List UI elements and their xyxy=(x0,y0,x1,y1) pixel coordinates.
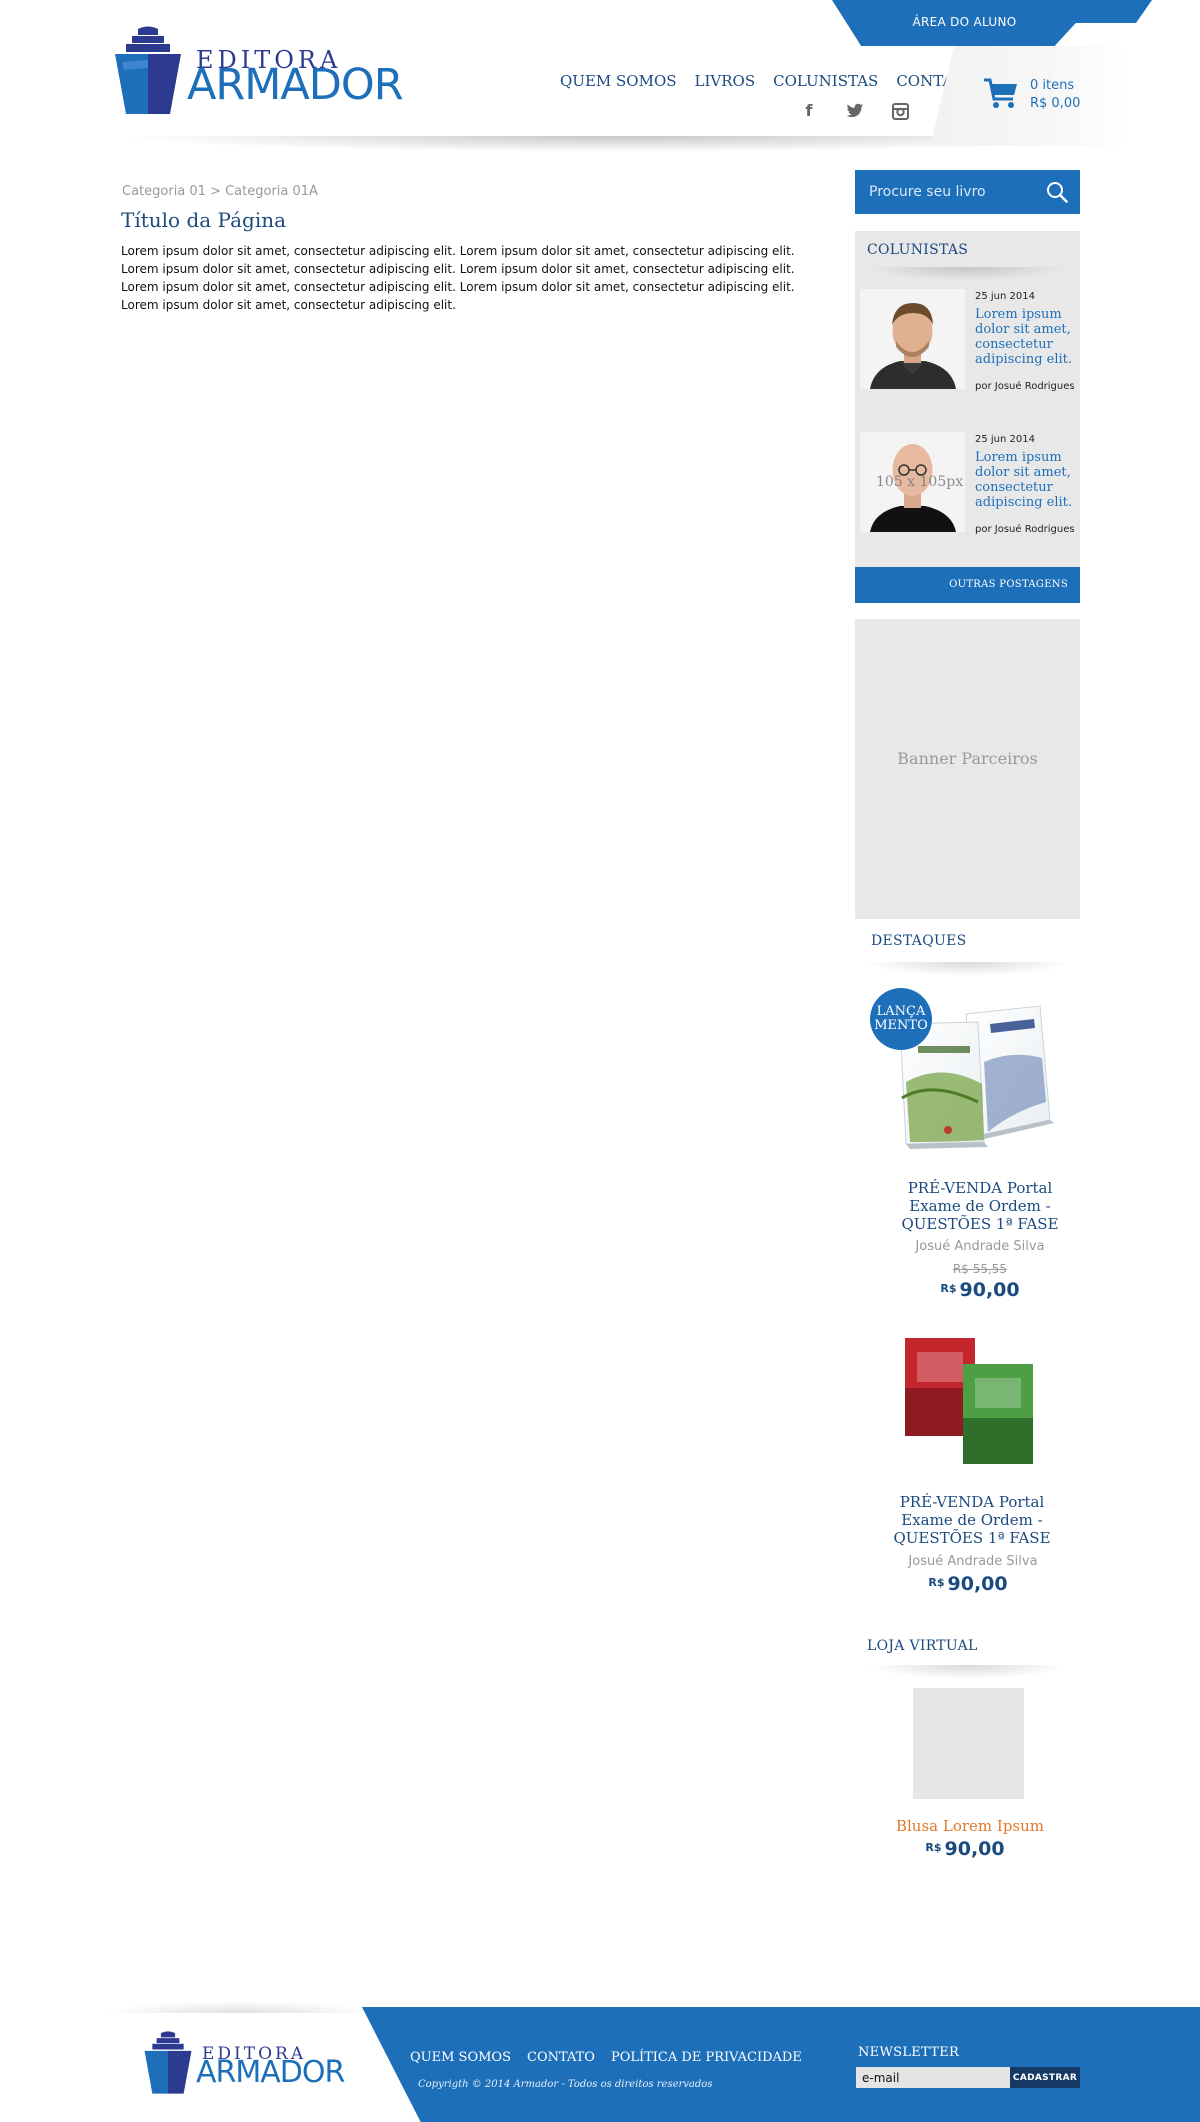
main-nav: QUEM SOMOS LIVROS COLUNISTAS CONTATO xyxy=(560,72,975,90)
book-author: Josué Andrade Silva xyxy=(915,1239,1045,1254)
footer-logo[interactable]: EDITORA ARMADOR xyxy=(142,2031,345,2095)
page-title: Título da Página xyxy=(121,208,287,232)
partners-banner[interactable]: Banner Parceiros xyxy=(855,619,1080,919)
book-price: R$ 90,00 xyxy=(855,1279,1105,1301)
facebook-icon[interactable]: f xyxy=(800,102,818,120)
loja-virtual-title: LOJA VIRTUAL xyxy=(867,1638,978,1654)
ship-logo-icon xyxy=(115,26,181,114)
outras-postagens-button[interactable]: OUTRAS POSTAGENS xyxy=(855,567,1080,603)
copyright-text: Copyrigth © 2014 Armador - Todos os dire… xyxy=(418,2079,713,2090)
site-logo[interactable]: EDITORA ARMADOR xyxy=(112,26,404,116)
destaques-title: DESTAQUES xyxy=(871,933,967,949)
search-icon[interactable] xyxy=(1046,181,1068,203)
social-links: f xyxy=(800,102,909,120)
price-value: 90,00 xyxy=(947,1573,1008,1595)
columnist-photo: 105 x 105px xyxy=(860,432,965,532)
footer-shadow xyxy=(100,2001,380,2013)
twitter-icon[interactable] xyxy=(846,103,864,119)
product-name[interactable]: Blusa Lorem Ipsum xyxy=(855,1817,1085,1835)
columnist-post[interactable]: 25 jun 2014 Lorem ipsum dolor sit amet, … xyxy=(855,289,1080,399)
book-old-price: R$ 55,55 xyxy=(952,1262,1008,1276)
newsletter-title: NEWSLETTER xyxy=(858,2045,960,2060)
book-title[interactable]: PRÉ-VENDA Portal Exame de Ordem - QUESTÕ… xyxy=(872,1493,1072,1547)
price-value: 90,00 xyxy=(944,1838,1005,1860)
footer-logo-armador: ARMADOR xyxy=(196,2055,345,2090)
footer-nav-quem-somos[interactable]: QUEM SOMOS xyxy=(410,2050,511,2065)
price-currency: R$ xyxy=(940,1282,957,1295)
colunistas-title-shadow xyxy=(865,267,1070,281)
book-cover-direito-penal[interactable] xyxy=(903,1338,1035,1464)
instagram-icon[interactable] xyxy=(892,102,909,120)
ship-logo-icon xyxy=(144,2031,192,2094)
loja-virtual-title-shadow xyxy=(865,1665,1070,1679)
photo-placeholder-label: 105 x 105px xyxy=(876,474,964,490)
colunistas-title: COLUNISTAS xyxy=(867,242,969,258)
footer-nav-contato[interactable]: CONTATO xyxy=(527,2050,595,2065)
book-price: R$ 90,00 xyxy=(843,1573,1093,1595)
footer-nav: QUEM SOMOS CONTATO POLÍTICA DE PRIVACIDA… xyxy=(410,2050,802,2065)
search-input[interactable] xyxy=(855,170,1035,214)
price-currency: R$ xyxy=(925,1841,942,1854)
area-aluno-button[interactable]: ÁREA DO ALUNO xyxy=(832,0,1152,46)
book-title[interactable]: PRÉ-VENDA Portal Exame de Ordem - QUESTÕ… xyxy=(885,1179,1075,1233)
columnist-photo xyxy=(860,289,965,389)
logo-text-armador: ARMADOR xyxy=(187,60,404,110)
columnist-avatar-icon xyxy=(860,289,965,389)
post-date: 25 jun 2014 xyxy=(975,291,1035,302)
newsletter-subscribe-button[interactable]: CADASTRAR xyxy=(1010,2067,1080,2088)
site-footer: EDITORA ARMADOR QUEM SOMOS CONTATO POLÍT… xyxy=(0,2001,1200,2122)
price-value: 90,00 xyxy=(959,1279,1020,1301)
banner-label: Banner Parceiros xyxy=(897,749,1038,768)
post-author: por Josué Rodrigues xyxy=(975,381,1075,392)
nav-quem-somos[interactable]: QUEM SOMOS xyxy=(560,72,677,90)
cart-total[interactable]: R$ 0,00 xyxy=(1030,96,1080,111)
post-date: 25 jun 2014 xyxy=(975,434,1035,445)
newsletter-email-input[interactable] xyxy=(856,2067,1010,2088)
nav-colunistas[interactable]: COLUNISTAS xyxy=(773,72,878,90)
nav-livros[interactable]: LIVROS xyxy=(695,72,756,90)
area-aluno-label: ÁREA DO ALUNO xyxy=(912,15,1017,29)
page-body-text: Lorem ipsum dolor sit amet, consectetur … xyxy=(121,244,795,312)
cart-item-count[interactable]: 0 itens xyxy=(1030,78,1074,93)
post-title[interactable]: Lorem ipsum dolor sit amet, consectetur … xyxy=(975,307,1075,367)
book-author: Josué Andrade Silva xyxy=(908,1554,1038,1569)
cart-icon[interactable] xyxy=(983,77,1019,109)
footer-nav-privacidade[interactable]: POLÍTICA DE PRIVACIDADE xyxy=(611,2050,802,2065)
product-price: R$ 90,00 xyxy=(840,1838,1090,1860)
columnist-post[interactable]: 105 x 105px 25 jun 2014 Lorem ipsum dolo… xyxy=(855,432,1080,542)
destaques-title-shadow xyxy=(865,962,1070,976)
post-title[interactable]: Lorem ipsum dolor sit amet, consectetur … xyxy=(975,450,1075,510)
breadcrumb[interactable]: Categoria 01 > Categoria 01A xyxy=(122,184,318,199)
post-author: por Josué Rodrigues xyxy=(975,524,1075,535)
site-header: ÁREA DO ALUNO EDITORA ARMADOR QUEM SOMOS… xyxy=(0,0,1200,152)
product-image-placeholder[interactable] xyxy=(913,1688,1024,1799)
lancamento-badge: LANÇA MENTO xyxy=(870,988,932,1050)
price-currency: R$ xyxy=(928,1576,945,1589)
colunistas-widget: COLUNISTAS 25 jun 2014 Lorem ipsum dolor… xyxy=(855,231,1080,603)
